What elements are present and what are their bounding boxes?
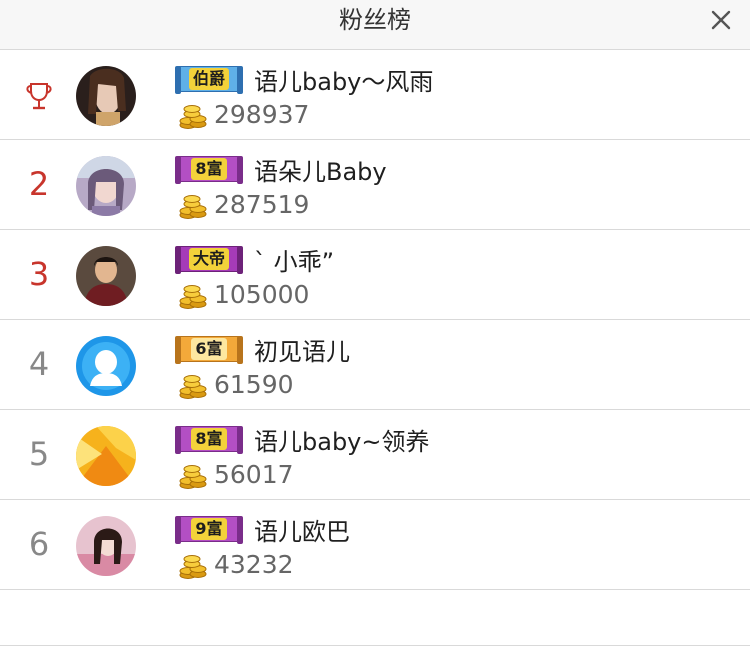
trophy-icon	[26, 83, 52, 110]
fan-row[interactable]: 6 9富 语儿欧巴 43232	[0, 500, 750, 590]
fan-name: ˋ 小乖”	[254, 248, 335, 276]
coin-count: 43232	[214, 550, 294, 579]
fan-name: 语儿baby～风雨	[254, 68, 434, 96]
avatar[interactable]	[76, 516, 136, 576]
rank-number: 4	[28, 345, 50, 383]
fan-row[interactable]: 4 6富 初见语儿 61590	[0, 320, 750, 410]
avatar[interactable]	[76, 156, 136, 216]
header-bar: 粉丝榜	[0, 0, 750, 50]
fan-name: 语儿欧巴	[254, 518, 350, 546]
rank-number: 6	[28, 525, 50, 563]
divider	[0, 645, 750, 646]
coins-icon	[179, 105, 207, 129]
avatar[interactable]	[76, 426, 136, 486]
coins-icon	[179, 555, 207, 579]
coins-icon	[179, 375, 207, 399]
level-badge: 大帝	[175, 246, 243, 274]
fan-row[interactable]: 3 大帝 ˋ 小乖” 105000	[0, 230, 750, 320]
rank-number: 5	[28, 435, 50, 473]
fan-name: 语儿baby~领养	[254, 428, 430, 456]
coin-count: 56017	[214, 460, 294, 489]
level-badge: 8富	[175, 156, 243, 184]
coins-icon	[179, 465, 207, 489]
coin-count: 298937	[214, 100, 310, 129]
coin-count: 105000	[214, 280, 310, 309]
page-title: 粉丝榜	[339, 6, 411, 34]
coin-count: 61590	[214, 370, 294, 399]
level-badge: 伯爵	[175, 66, 243, 94]
fan-row[interactable]: 2 8富 语朵儿Baby 287519	[0, 140, 750, 230]
coins-icon	[179, 285, 207, 309]
fan-list: 伯爵 语儿baby～风雨 298937 2 8富 语朵儿Baby 287519 …	[0, 50, 750, 590]
avatar[interactable]	[76, 246, 136, 306]
rank-number: 2	[28, 165, 50, 203]
rank-number: 3	[28, 255, 50, 293]
fan-name: 语朵儿Baby	[254, 158, 387, 186]
fan-name: 初见语儿	[254, 338, 350, 366]
level-badge: 8富	[175, 426, 243, 454]
rank-trophy	[0, 50, 78, 139]
coin-count: 287519	[214, 190, 310, 219]
close-icon[interactable]	[706, 5, 736, 35]
level-badge: 6富	[175, 336, 243, 364]
fan-row[interactable]: 伯爵 语儿baby～风雨 298937	[0, 50, 750, 140]
coins-icon	[179, 195, 207, 219]
avatar[interactable]	[76, 66, 136, 126]
avatar[interactable]	[76, 336, 136, 396]
level-badge: 9富	[175, 516, 243, 544]
fan-row[interactable]: 5 8富 语儿baby~领养 56017	[0, 410, 750, 500]
